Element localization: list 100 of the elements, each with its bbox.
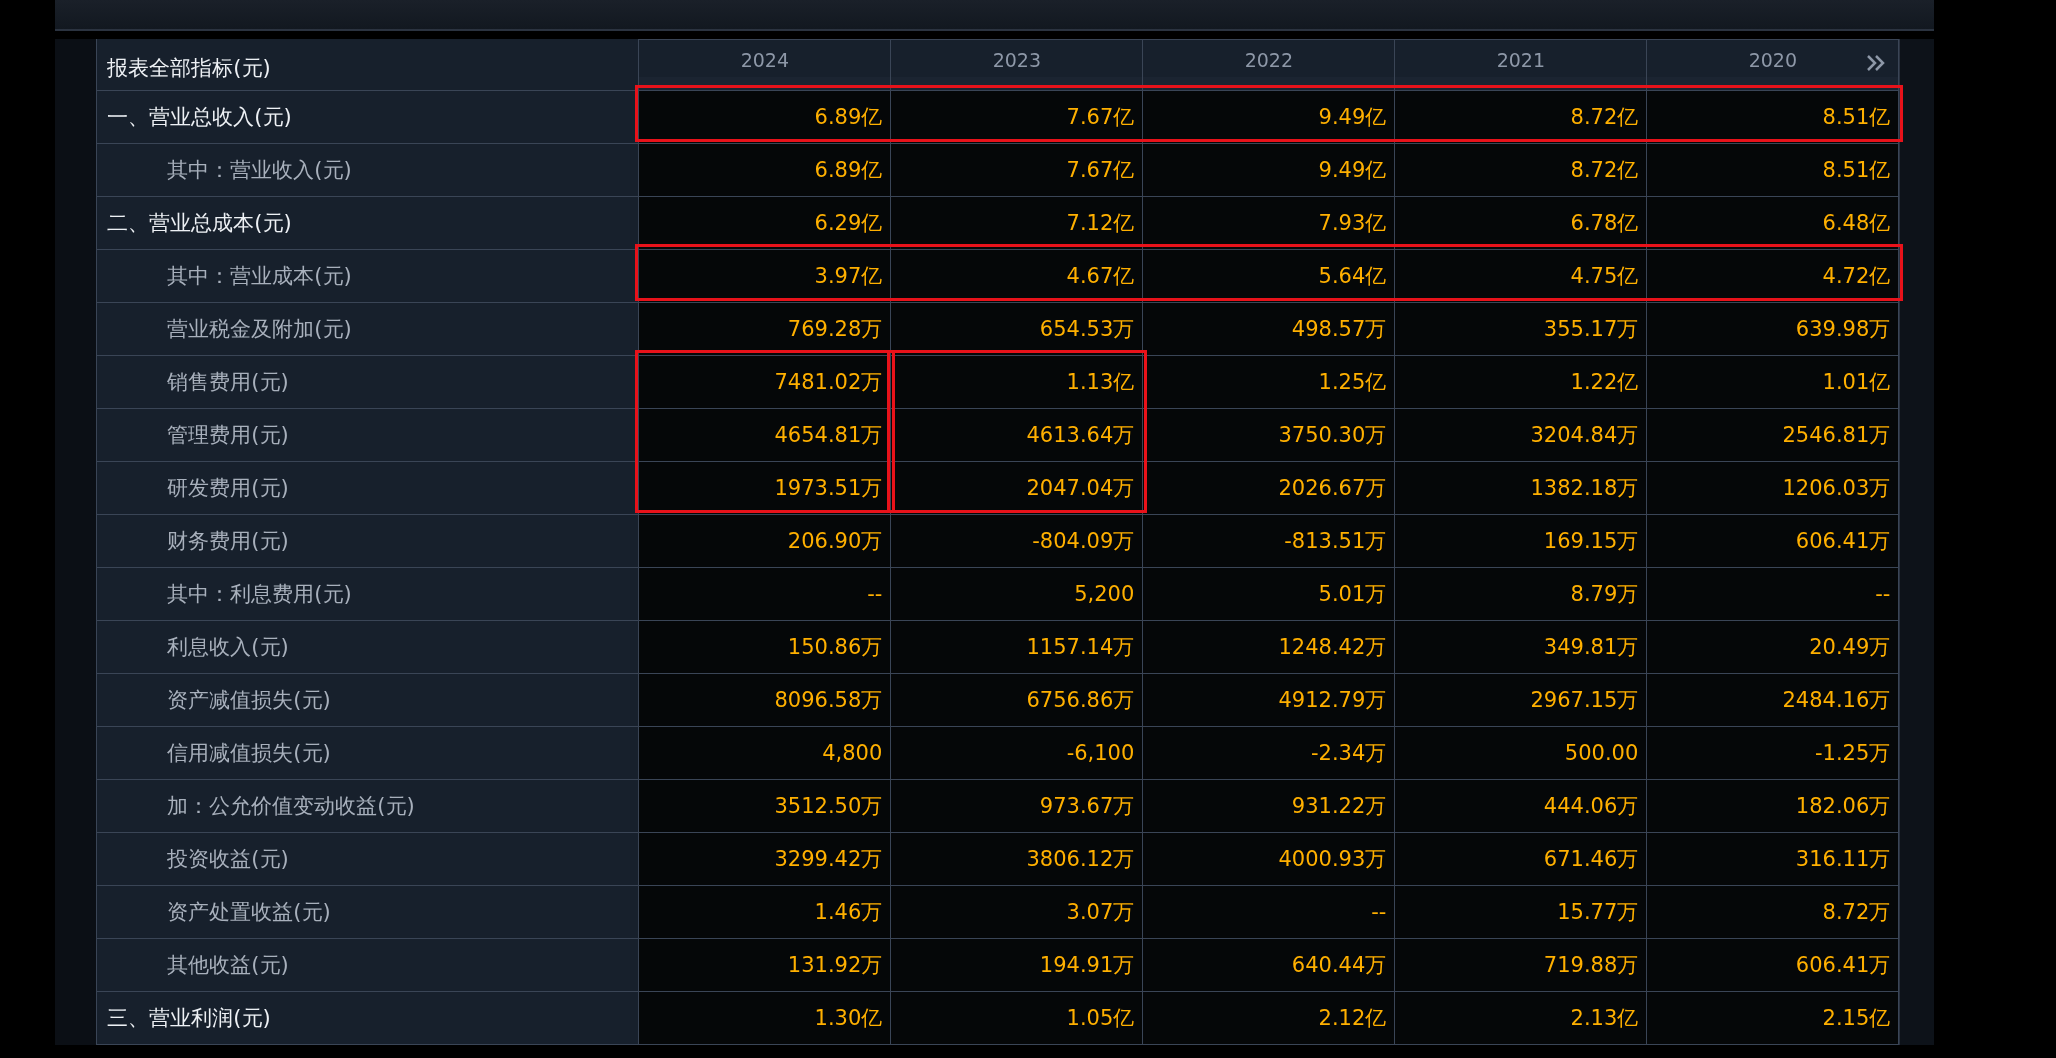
table-cell: 7.67亿	[891, 91, 1144, 144]
table-cell: 6.89亿	[639, 91, 892, 144]
table-cell: 4.72亿	[1647, 250, 1900, 303]
table-cell: 1.22亿	[1395, 356, 1648, 409]
table-cell: 719.88万	[1395, 939, 1648, 992]
table-cell: 355.17万	[1395, 303, 1648, 356]
table-cell: 3750.30万	[1143, 409, 1396, 462]
table-cell: 1.30亿	[639, 992, 892, 1045]
table-cell: 3.97亿	[639, 250, 892, 303]
table-cell: 206.90万	[639, 515, 892, 568]
table-cell: 6.48亿	[1647, 197, 1900, 250]
table-cell: 3.07万	[891, 886, 1144, 939]
table-cell: 4,800	[639, 727, 892, 780]
table-cell: 1.46万	[639, 886, 892, 939]
table-cell: 4000.93万	[1143, 833, 1396, 886]
table-cell: 4.75亿	[1395, 250, 1648, 303]
table-cell: 973.67万	[891, 780, 1144, 833]
table-cell: -2.34万	[1143, 727, 1396, 780]
year-header: 2021	[1395, 39, 1648, 91]
table-cell: 5.64亿	[1143, 250, 1396, 303]
table-cell: 3299.42万	[639, 833, 892, 886]
year-header: 2024	[639, 39, 892, 91]
table-cell: 4.67亿	[891, 250, 1144, 303]
table-cell: 8096.58万	[639, 674, 892, 727]
table-cell: -804.09万	[891, 515, 1144, 568]
table-cell: 2047.04万	[891, 462, 1144, 515]
double-chevron-icon[interactable]	[1866, 54, 1887, 72]
table-cell: 2.13亿	[1395, 992, 1648, 1045]
table-cell: 8.72万	[1647, 886, 1900, 939]
table-cell: -6,100	[891, 727, 1144, 780]
table-cell: 444.06万	[1395, 780, 1648, 833]
year-header: 2022	[1143, 39, 1396, 91]
column-header: 报表全部指标(元)	[97, 39, 640, 91]
row-label: 资产处置收益(元)	[97, 886, 640, 939]
table-cell: 606.41万	[1647, 939, 1900, 992]
table-cell: 931.22万	[1143, 780, 1396, 833]
table-cell: 9.49亿	[1143, 144, 1396, 197]
table-cell: 500.00	[1395, 727, 1648, 780]
table-cell: 1382.18万	[1395, 462, 1648, 515]
table-cell: 2546.81万	[1647, 409, 1900, 462]
table-cell: 3512.50万	[639, 780, 892, 833]
table-cell: 5,200	[891, 568, 1144, 621]
row-label: 其中：营业成本(元)	[97, 250, 640, 303]
table-cell: 1157.14万	[891, 621, 1144, 674]
row-label: 销售费用(元)	[97, 356, 640, 409]
table-cell: 7.12亿	[891, 197, 1144, 250]
table-cell: 639.98万	[1647, 303, 1900, 356]
table-cell: 15.77万	[1395, 886, 1648, 939]
year-header: 2023	[891, 39, 1144, 91]
table-cell: 1248.42万	[1143, 621, 1396, 674]
table-cell: 7.67亿	[891, 144, 1144, 197]
table-cell: --	[639, 568, 892, 621]
table-cell: 671.46万	[1395, 833, 1648, 886]
table-cell: 8.72亿	[1395, 144, 1648, 197]
table-cell: 131.92万	[639, 939, 892, 992]
table-cell: 20.49万	[1647, 621, 1900, 674]
table-cell: 7481.02万	[639, 356, 892, 409]
table-cell: 6.29亿	[639, 197, 892, 250]
table-cell: 4654.81万	[639, 409, 892, 462]
table-cell: 1.13亿	[891, 356, 1144, 409]
table-cell: 7.93亿	[1143, 197, 1396, 250]
table-cell: 2967.15万	[1395, 674, 1648, 727]
table-cell: 4613.64万	[891, 409, 1144, 462]
row-label: 资产减值损失(元)	[97, 674, 640, 727]
table-cell: 6.89亿	[639, 144, 892, 197]
row-label: 管理费用(元)	[97, 409, 640, 462]
year-header: 2020	[1647, 39, 1900, 91]
table-cell: 4912.79万	[1143, 674, 1396, 727]
table-cell: 8.72亿	[1395, 91, 1648, 144]
table-cell: 1206.03万	[1647, 462, 1900, 515]
row-label: 二、营业总成本(元)	[97, 197, 640, 250]
table-cell: 8.51亿	[1647, 91, 1900, 144]
row-label: 研发费用(元)	[97, 462, 640, 515]
row-label: 营业税金及附加(元)	[97, 303, 640, 356]
table-cell: 2.15亿	[1647, 992, 1900, 1045]
table-cell: --	[1647, 568, 1900, 621]
row-label: 三、营业利润(元)	[97, 992, 640, 1045]
row-label: 其中：营业收入(元)	[97, 144, 640, 197]
table-cell: 1.01亿	[1647, 356, 1900, 409]
row-label: 一、营业总收入(元)	[97, 91, 640, 144]
table-cell: 316.11万	[1647, 833, 1900, 886]
table-cell: 1.05亿	[891, 992, 1144, 1045]
row-label: 信用减值损失(元)	[97, 727, 640, 780]
row-label: 其中：利息费用(元)	[97, 568, 640, 621]
table-cell: 8.79万	[1395, 568, 1648, 621]
row-label: 利息收入(元)	[97, 621, 640, 674]
table-cell: 1.25亿	[1143, 356, 1396, 409]
row-label: 加：公允价值变动收益(元)	[97, 780, 640, 833]
table-cell: 640.44万	[1143, 939, 1396, 992]
table-cell: 2484.16万	[1647, 674, 1900, 727]
table-cell: 654.53万	[891, 303, 1144, 356]
table-cell: 498.57万	[1143, 303, 1396, 356]
table-cell: 150.86万	[639, 621, 892, 674]
row-label: 财务费用(元)	[97, 515, 640, 568]
table-cell: --	[1143, 886, 1396, 939]
table-cell: 9.49亿	[1143, 91, 1396, 144]
table-cell: 6.78亿	[1395, 197, 1648, 250]
table-cell: 3204.84万	[1395, 409, 1648, 462]
table-cell: 194.91万	[891, 939, 1144, 992]
table-cell: 2026.67万	[1143, 462, 1396, 515]
